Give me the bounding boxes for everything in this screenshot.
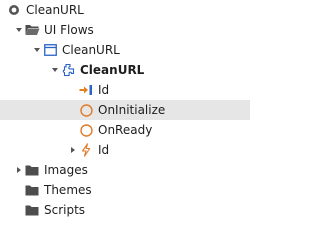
tree-item-label: CleanURL bbox=[62, 43, 120, 57]
folder-icon bbox=[24, 200, 40, 220]
tree-item-label: OnInitialize bbox=[98, 103, 166, 117]
tree-item-label: CleanURL bbox=[26, 3, 84, 17]
tree-item-oninitialize[interactable]: OnInitialize bbox=[0, 100, 250, 120]
lightning-icon bbox=[78, 140, 94, 160]
tree-item-label: OnReady bbox=[98, 123, 153, 137]
tree-item-ui-flows[interactable]: UI Flows bbox=[0, 20, 250, 40]
window-screen-icon bbox=[42, 40, 58, 60]
tree-item-input-id[interactable]: Id bbox=[0, 80, 250, 100]
input-parameter-icon bbox=[78, 80, 94, 100]
folder-icon bbox=[24, 160, 40, 180]
tree-item-label: Images bbox=[44, 163, 88, 177]
tree-item-onready[interactable]: OnReady bbox=[0, 120, 250, 140]
chevron-right-icon[interactable] bbox=[14, 160, 24, 180]
folder-icon bbox=[24, 180, 40, 200]
tree-item-label: CleanURL bbox=[80, 63, 145, 77]
tree-item-cleanurl-module[interactable]: CleanURL bbox=[0, 0, 250, 20]
folder-open-icon bbox=[24, 20, 40, 40]
tree-item-themes[interactable]: Themes bbox=[0, 180, 250, 200]
chevron-down-icon[interactable] bbox=[50, 60, 60, 80]
web-block-icon bbox=[60, 60, 76, 80]
tree-item-label: Id bbox=[98, 143, 110, 157]
event-circle-icon bbox=[78, 120, 94, 140]
module-circle-icon bbox=[6, 0, 22, 20]
tree-item-images[interactable]: Images bbox=[0, 160, 250, 180]
module-tree: CleanURL UI Flows CleanURL CleanURL Id O… bbox=[0, 0, 250, 244]
chevron-right-icon[interactable] bbox=[68, 140, 78, 160]
tree-item-label: UI Flows bbox=[44, 23, 94, 37]
chevron-down-icon[interactable] bbox=[14, 20, 24, 40]
event-circle-icon bbox=[78, 100, 94, 120]
chevron-down-icon[interactable] bbox=[32, 40, 42, 60]
tree-item-label: Id bbox=[98, 83, 110, 97]
tree-item-scripts[interactable]: Scripts bbox=[0, 200, 250, 220]
tree-item-label: Scripts bbox=[44, 203, 86, 217]
tree-item-screen-cleanurl[interactable]: CleanURL bbox=[0, 60, 250, 80]
tree-item-local-id[interactable]: Id bbox=[0, 140, 250, 160]
tree-item-flow-cleanurl[interactable]: CleanURL bbox=[0, 40, 250, 60]
tree-item-label: Themes bbox=[44, 183, 92, 197]
